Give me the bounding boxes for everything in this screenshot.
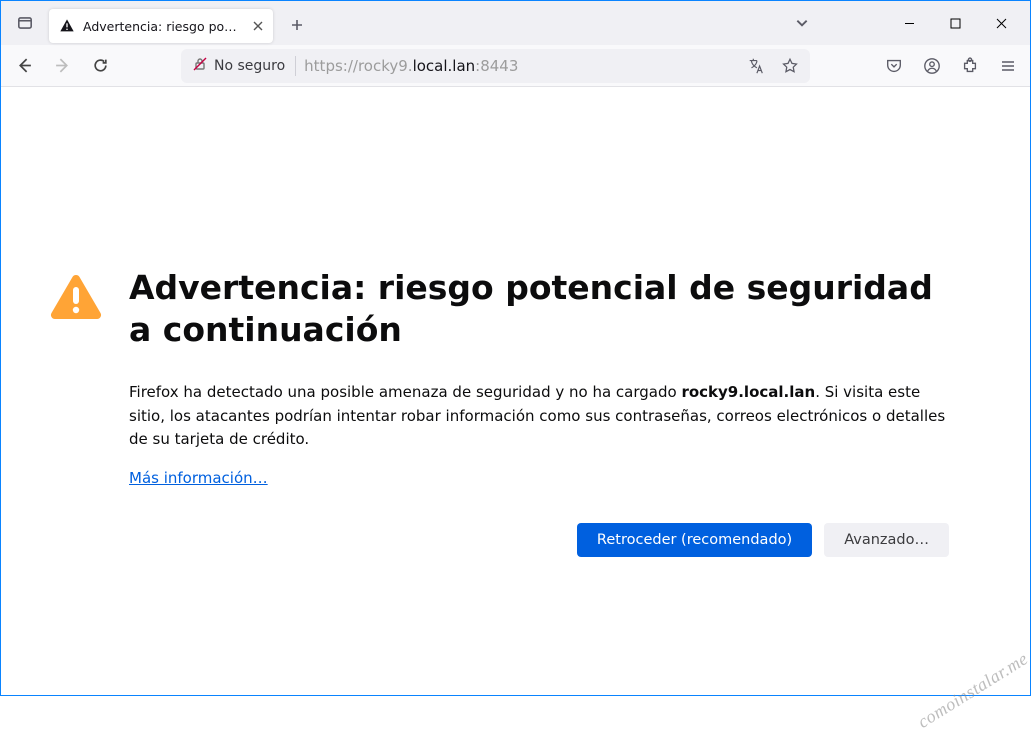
forward-button[interactable] bbox=[45, 49, 79, 83]
back-button[interactable] bbox=[7, 49, 41, 83]
bookmark-star-icon[interactable] bbox=[777, 53, 803, 79]
window-close-button[interactable] bbox=[978, 7, 1024, 39]
identity-label: No seguro bbox=[214, 58, 285, 74]
window-minimize-button[interactable] bbox=[886, 7, 932, 39]
url-actions bbox=[743, 53, 803, 79]
lock-warning-icon bbox=[192, 56, 208, 76]
title-bar: Advertencia: riesgo potencial de bbox=[1, 1, 1030, 45]
site-identity[interactable]: No seguro bbox=[188, 56, 296, 76]
window-controls bbox=[886, 7, 1024, 39]
warning-triangle-icon bbox=[49, 273, 103, 325]
reload-button[interactable] bbox=[83, 49, 117, 83]
toolbar-right bbox=[814, 50, 1024, 82]
window-maximize-button[interactable] bbox=[932, 7, 978, 39]
learn-more-link[interactable]: Más información… bbox=[129, 469, 268, 487]
tab-title: Advertencia: riesgo potencial de bbox=[83, 19, 241, 34]
advanced-button[interactable]: Avanzado… bbox=[824, 523, 949, 557]
url-text: https://rocky9.local.lan:8443 bbox=[304, 57, 735, 75]
page-heading: Advertencia: riesgo potencial de segurid… bbox=[129, 267, 949, 351]
recent-browsing-button[interactable] bbox=[11, 9, 39, 37]
pocket-icon[interactable] bbox=[878, 50, 910, 82]
page-description: Firefox ha detectado una posible amenaza… bbox=[129, 381, 949, 451]
translate-icon[interactable] bbox=[743, 53, 769, 79]
list-all-tabs-button[interactable] bbox=[788, 9, 816, 37]
account-icon[interactable] bbox=[916, 50, 948, 82]
navigation-toolbar: No seguro https://rocky9.local.lan:8443 bbox=[1, 45, 1030, 87]
app-menu-icon[interactable] bbox=[992, 50, 1024, 82]
url-bar[interactable]: No seguro https://rocky9.local.lan:8443 bbox=[181, 49, 810, 83]
warning-icon bbox=[59, 18, 75, 34]
page-content: Advertencia: riesgo potencial de segurid… bbox=[1, 87, 1030, 695]
browser-tab[interactable]: Advertencia: riesgo potencial de bbox=[49, 9, 273, 43]
new-tab-button[interactable] bbox=[283, 11, 311, 39]
extensions-icon[interactable] bbox=[954, 50, 986, 82]
close-tab-button[interactable] bbox=[249, 17, 267, 35]
go-back-button[interactable]: Retroceder (recomendado) bbox=[577, 523, 812, 557]
